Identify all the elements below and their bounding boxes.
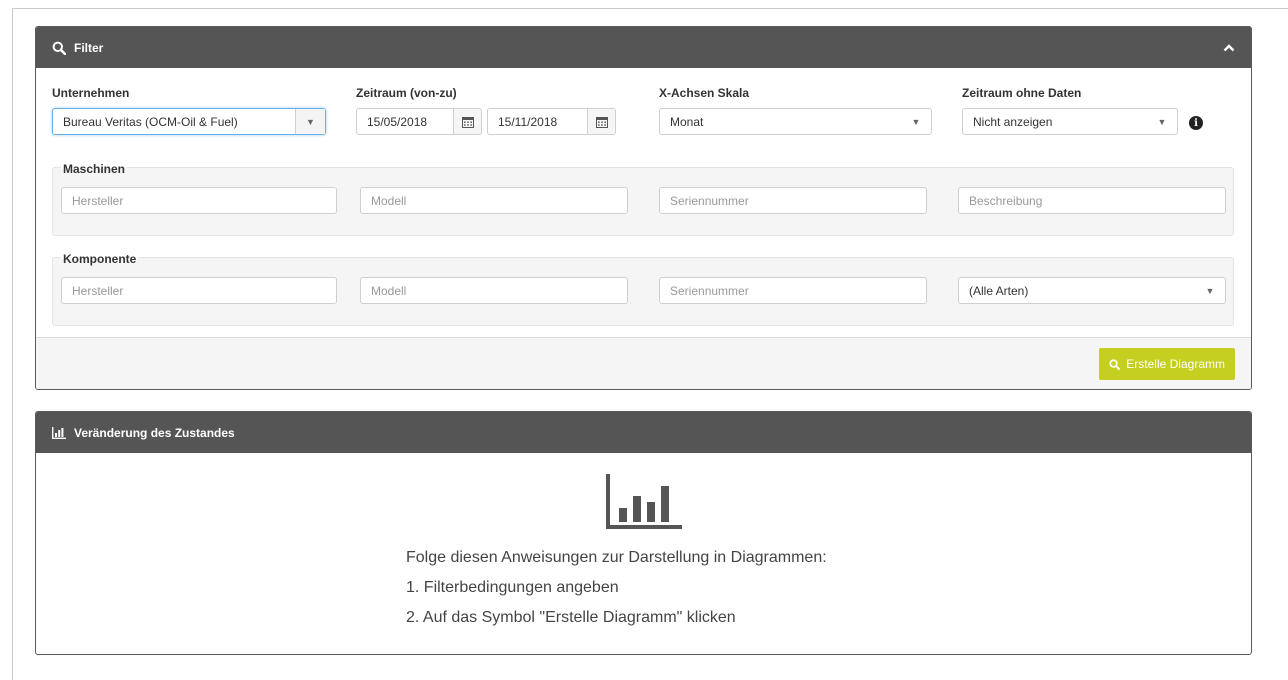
chevron-down-icon: ▼ [1205, 285, 1215, 296]
component-model-input[interactable]: Modell [360, 277, 628, 304]
component-serial-placeholder: Seriennummer [670, 283, 749, 298]
filter-panel-footer: Erstelle Diagramm [36, 337, 1251, 389]
machine-serial-placeholder: Seriennummer [670, 193, 749, 208]
period-label: Zeitraum (von-zu) [356, 86, 457, 100]
filter-panel-header[interactable]: Filter [36, 27, 1251, 68]
machine-manufacturer-placeholder: Hersteller [72, 193, 124, 208]
instructions: Folge diesen Anweisungen zur Darstellung… [406, 543, 827, 633]
chevron-down-icon: ▼ [295, 109, 325, 134]
period-to-value: 15/11/2018 [498, 114, 558, 129]
machines-fieldset: Maschinen Hersteller Modell Seriennummer… [52, 162, 1234, 236]
create-chart-button-label: Erstelle Diagramm [1126, 357, 1225, 371]
chart-panel-title: Veränderung des Zustandes [74, 425, 235, 440]
machine-description-input[interactable]: Beschreibung [958, 187, 1226, 214]
bar-chart-icon [52, 426, 66, 439]
component-type-select[interactable]: (Alle Arten) ▼ [958, 277, 1226, 304]
empty-period-select[interactable]: Nicht anzeigen ▼ [962, 108, 1178, 135]
machine-description-placeholder: Beschreibung [969, 193, 1043, 208]
machine-model-input[interactable]: Modell [360, 187, 628, 214]
chevron-up-icon[interactable] [1223, 43, 1235, 52]
chart-panel-header: Veränderung des Zustandes [36, 412, 1251, 453]
company-select-value: Bureau Veritas (OCM-Oil & Fuel) [63, 114, 238, 129]
calendar-icon[interactable] [587, 109, 615, 134]
period-to-input[interactable]: 15/11/2018 [487, 108, 616, 135]
xaxis-select[interactable]: Monat ▼ [659, 108, 932, 135]
component-model-placeholder: Modell [371, 283, 407, 298]
component-legend: Komponente [61, 252, 139, 266]
component-manufacturer-input[interactable]: Hersteller [61, 277, 337, 304]
instructions-step-1: 1. Filterbedingungen angeben [406, 579, 619, 596]
period-from-value: 15/05/2018 [367, 114, 428, 129]
instructions-step-2: 2. Auf das Symbol "Erstelle Diagramm" kl… [406, 609, 736, 626]
chart-panel: Veränderung des Zustandes Folge diesen A… [35, 411, 1252, 655]
filter-panel: Filter Unternehmen Zeitraum (von-zu) X-A… [35, 26, 1252, 390]
company-select[interactable]: Bureau Veritas (OCM-Oil & Fuel) ▼ [52, 108, 326, 135]
component-type-value: (Alle Arten) [969, 283, 1029, 298]
machine-manufacturer-input[interactable]: Hersteller [61, 187, 337, 214]
create-chart-button[interactable]: Erstelle Diagramm [1099, 348, 1235, 380]
filter-panel-title: Filter [74, 40, 104, 55]
instructions-heading: Folge diesen Anweisungen zur Darstellung… [406, 549, 827, 566]
xaxis-label: X-Achsen Skala [659, 86, 750, 100]
component-fieldset: Komponente Hersteller Modell Seriennumme… [52, 252, 1234, 326]
chevron-down-icon: ▼ [1157, 116, 1167, 127]
xaxis-select-value: Monat [670, 114, 704, 129]
machine-model-placeholder: Modell [371, 193, 407, 208]
machines-legend: Maschinen [61, 162, 128, 176]
period-from-input[interactable]: 15/05/2018 [356, 108, 482, 135]
component-serial-input[interactable]: Seriennummer [659, 277, 927, 304]
search-icon [52, 41, 66, 55]
component-manufacturer-placeholder: Hersteller [72, 283, 124, 298]
info-icon[interactable]: i [1189, 116, 1203, 130]
empty-period-label: Zeitraum ohne Daten [962, 86, 1082, 100]
company-label: Unternehmen [52, 86, 130, 100]
empty-period-select-value: Nicht anzeigen [973, 114, 1053, 129]
calendar-icon[interactable] [453, 109, 481, 134]
search-icon [1109, 358, 1121, 370]
chevron-down-icon: ▼ [911, 116, 921, 127]
bar-chart-icon [606, 474, 682, 533]
machine-serial-input[interactable]: Seriennummer [659, 187, 927, 214]
